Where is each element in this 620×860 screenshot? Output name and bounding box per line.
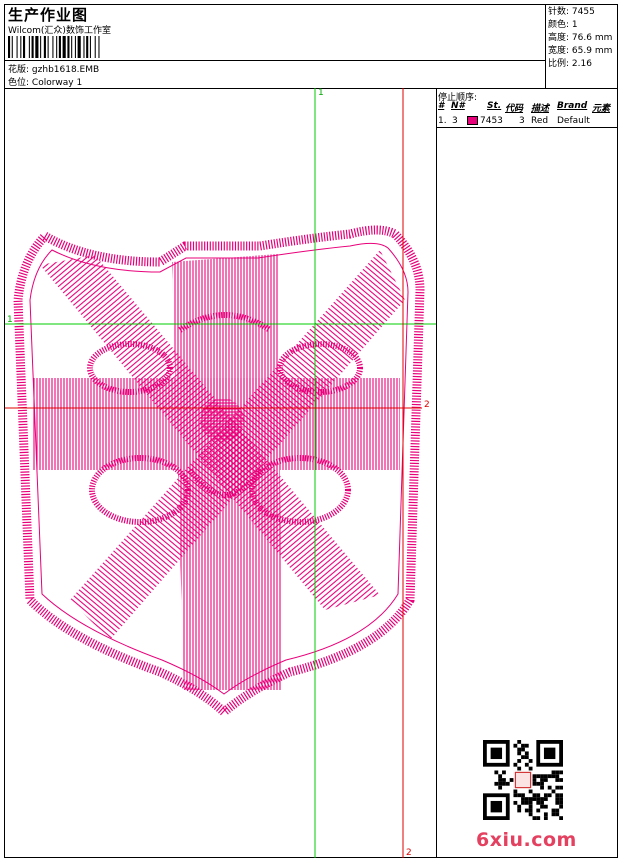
row-brand: Default: [557, 116, 590, 126]
col-header-brand: Brand: [557, 101, 588, 111]
row-stitches: 7453: [480, 116, 503, 126]
thread-color-swatch: [467, 116, 478, 125]
stat-label: 颜色:: [548, 20, 570, 30]
stat-value: 76.6 mm: [571, 33, 613, 43]
stat-value: 7455: [571, 7, 595, 17]
row-code: 3: [519, 116, 525, 126]
col-header-needle: N#: [451, 101, 465, 111]
stat-width: 宽度: 65.9 mm: [548, 45, 612, 58]
stats-divider: [545, 4, 546, 88]
row-desc: Red: [531, 116, 549, 126]
guide-label-red-right: 2: [424, 400, 430, 410]
stat-scale: 比例: 2.16: [548, 58, 612, 71]
center-knot: [200, 398, 244, 442]
col-header-desc: 描述: [531, 104, 550, 114]
panel-divider: [436, 88, 437, 858]
row-needle: 3: [452, 116, 458, 126]
stat-value: 2.16: [571, 59, 592, 69]
stat-height: 高度: 76.6 mm: [548, 32, 612, 45]
stat-label: 针数:: [548, 7, 570, 17]
qr-code: [483, 740, 563, 820]
stat-label: 高度:: [548, 33, 570, 43]
watermark-logo: 6xiu.com: [476, 829, 577, 851]
stat-label: 比例:: [548, 59, 570, 69]
stat-label: 宽度:: [548, 46, 570, 56]
stat-value: 1: [571, 20, 578, 30]
col-header-index: #: [438, 101, 445, 111]
stat-colors: 颜色: 1: [548, 19, 612, 32]
stat-stitches: 针数: 7455: [548, 6, 612, 19]
stat-value: 65.9 mm: [571, 46, 613, 56]
row-index: 1.: [438, 116, 447, 126]
panel-row-divider: [436, 127, 618, 128]
guide-label-green-top: 1: [318, 88, 324, 98]
stats-panel: 针数: 7455 颜色: 1 高度: 76.6 mm 宽度: 65.9 mm 比…: [548, 6, 612, 71]
guide-label-green-left: 1: [7, 315, 13, 325]
guide-label-red-bottom: 2: [406, 848, 412, 858]
col-header-code: 代码: [505, 104, 524, 114]
col-header-elements: 元素: [592, 104, 611, 114]
embroidery-preview: [5, 88, 436, 858]
col-header-stitches: St.: [487, 101, 502, 111]
